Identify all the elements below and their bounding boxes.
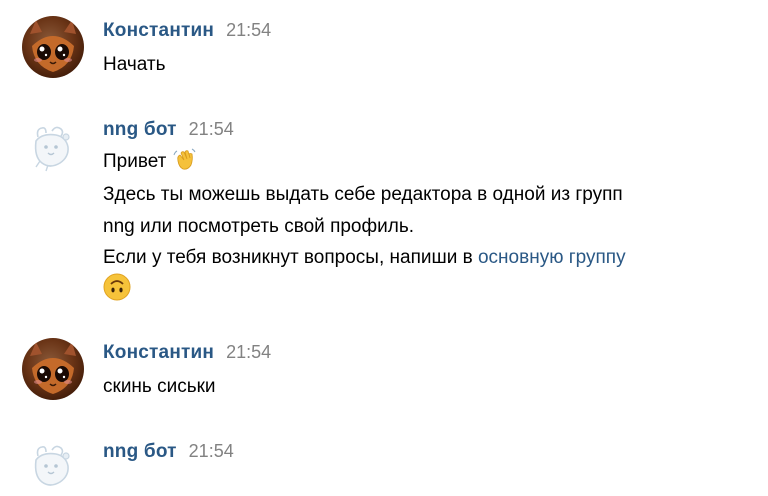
bot-avatar[interactable] — [22, 434, 84, 496]
bot-avatar-image — [34, 445, 70, 486]
greeting-text: Привет — [103, 151, 167, 172]
message-text: Привет — [103, 146, 196, 181]
message-text-prefix: Если у тебя возникнут вопросы, напиши в — [103, 247, 473, 268]
message-time[interactable]: 21:54 — [226, 20, 271, 41]
user-avatar-image — [30, 20, 76, 72]
user-avatar-image — [30, 342, 76, 394]
bot-avatar[interactable] — [22, 115, 84, 177]
author-name[interactable]: Константин — [103, 342, 214, 364]
message-time[interactable]: 21:54 — [189, 119, 234, 140]
bot-avatar-image — [34, 126, 70, 172]
author-name[interactable]: nng бот — [103, 119, 177, 141]
message-text: Здесь ты можешь выдать себе редактора в … — [103, 184, 623, 205]
main-group-link[interactable]: основную группу — [478, 247, 626, 268]
message-text: Начать — [103, 54, 166, 75]
upside-down-face-icon — [103, 273, 131, 311]
user-avatar[interactable] — [22, 338, 84, 400]
message-text: nng или посмотреть свой профиль. — [103, 216, 414, 237]
message-text: скинь сиськи — [103, 376, 216, 397]
author-name[interactable]: Константин — [103, 20, 214, 42]
message-time[interactable]: 21:54 — [226, 342, 271, 363]
author-name[interactable]: nng бот — [103, 441, 177, 463]
waving-hand-icon — [172, 147, 196, 181]
message-text — [103, 273, 131, 311]
message-time[interactable]: 21:54 — [189, 441, 234, 462]
message-text: Если у тебя возникнут вопросы, напиши в … — [103, 242, 626, 273]
user-avatar[interactable] — [22, 16, 84, 78]
